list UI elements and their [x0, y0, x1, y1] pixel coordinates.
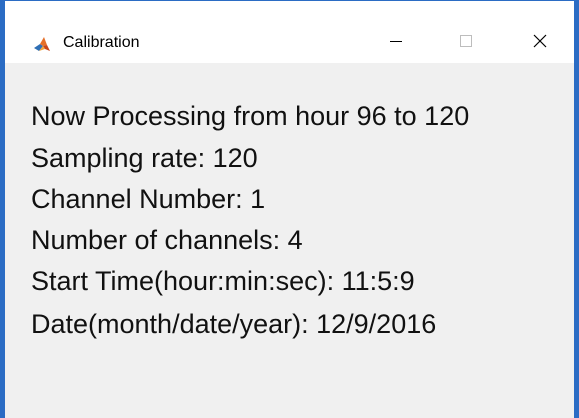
window-title: Calibration: [63, 34, 140, 51]
processing-range-text: Now Processing from hour 96 to 120: [31, 101, 470, 131]
channel-number-text: Channel Number: 1: [31, 184, 266, 214]
close-button[interactable]: [517, 23, 563, 63]
maximize-icon: [458, 33, 474, 54]
minimize-icon: [388, 33, 404, 54]
date-text: Date(month/date/year): 12/9/2016: [31, 309, 437, 339]
number-of-channels-text: Number of channels: 4: [31, 225, 303, 255]
maximize-button[interactable]: [443, 23, 489, 63]
title-bar[interactable]: Calibration: [5, 1, 574, 63]
sampling-rate-text: Sampling rate: 120: [31, 143, 258, 173]
matlab-icon[interactable]: [33, 36, 51, 54]
close-icon: [532, 33, 548, 54]
minimize-button[interactable]: [373, 23, 419, 63]
start-time-text: Start Time(hour:min:sec): 11:5:9: [31, 266, 415, 296]
content-area: Now Processing from hour 96 to 120 Sampl…: [5, 63, 574, 418]
calibration-window: Calibration Now Processing from hour 96 …: [0, 0, 579, 418]
